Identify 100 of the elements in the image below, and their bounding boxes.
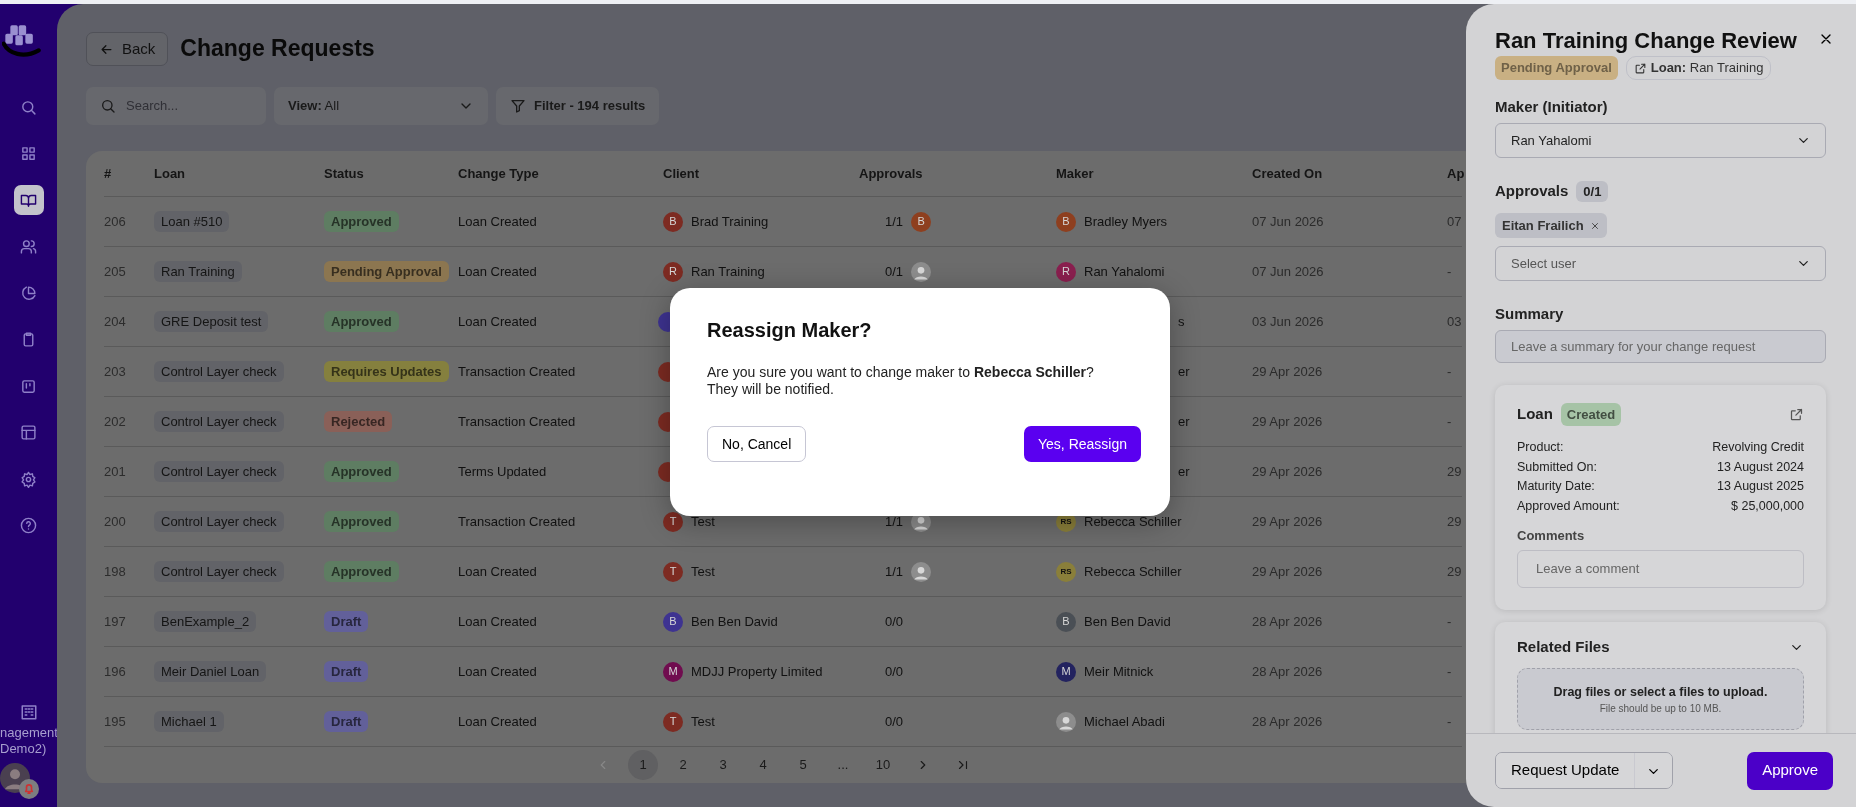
loan-tag[interactable]: Michael 1	[154, 710, 224, 732]
field-label: Maker (Initiator)	[1495, 96, 1609, 117]
table-cell-text: Rebecca Schiller	[1084, 512, 1182, 531]
filter-button[interactable]: Filter - 194 results	[496, 87, 660, 125]
remove-icon	[1589, 220, 1600, 231]
approver-chip[interactable]: Eitan Frailich	[1495, 212, 1607, 239]
last-page-icon	[956, 758, 970, 772]
dialog-title: Reassign Maker?	[707, 318, 873, 342]
maker-avatar	[1056, 711, 1076, 732]
back-button[interactable]: Back	[86, 32, 169, 66]
external-link-icon[interactable]	[1789, 407, 1804, 423]
table-row[interactable]: 198 Control Layer check Approved Loan Created T Test 1/1 RS Rebecca Schiller 29 Apr 2026 29	[104, 547, 1462, 597]
page-button[interactable]: ...	[828, 750, 858, 780]
file-dropzone[interactable]: Drag files or select a files to upload. File should be up to 10 MB.	[1517, 668, 1804, 731]
loan-tag[interactable]: GRE Deposit test	[154, 310, 269, 332]
detail-label: Product:	[1517, 439, 1564, 457]
table-cell-text: 197	[104, 612, 127, 631]
table-cell-text: 29	[1447, 562, 1463, 581]
status-badge: Approved	[324, 560, 399, 582]
bell-icon	[19, 779, 39, 799]
field-label: Approvals	[1495, 181, 1569, 202]
loan-tag[interactable]: Control Layer check	[154, 560, 284, 582]
help-icon	[20, 517, 37, 534]
status-badge: Requires Updates	[324, 360, 449, 382]
table-cell-text: Ran Yahalomi	[1084, 262, 1165, 281]
table-cell-text: 205	[104, 262, 127, 281]
summary-field[interactable]: Leave a summary for your change request	[1495, 329, 1826, 363]
table-cell-text: Loan Created	[458, 662, 538, 681]
table-cell-text: -	[1447, 662, 1453, 681]
table-cell-text: 29 Apr 2026	[1252, 512, 1324, 531]
table-cell-text: 198	[104, 562, 127, 581]
table-row[interactable]: 206 Loan #510 Approved Loan Created B Brad Training 1/1 B B Bradley Myers 07 Jun 2026 07	[104, 197, 1462, 247]
table-cell-text: 28 Apr 2026	[1252, 612, 1324, 631]
table-row[interactable]: 195 Michael 1 Draft Loan Created T Test 0/0 Michael Abadi 28 Apr 2026 -	[104, 697, 1462, 747]
table-cell-text: -	[1447, 412, 1453, 431]
table-row[interactable]: 196 Meir Daniel Loan Draft Loan Created M MDJJ Property Limited 0/0 M Meir Mitnick 28 Apr 2026 -	[104, 647, 1462, 697]
loan-tag[interactable]: Control Layer check	[154, 360, 284, 382]
table-cell-text: 29	[1447, 462, 1463, 481]
approver-avatar: B	[911, 211, 932, 232]
cancel-button[interactable]: No, Cancel	[707, 426, 807, 462]
approve-button[interactable]: Approve	[1747, 751, 1833, 790]
table-cell-text: 1/1	[885, 562, 904, 581]
table-cell-text: Ben Ben David	[1084, 612, 1171, 631]
table-cell-text: er	[1178, 412, 1190, 431]
client-avatar: M	[663, 661, 683, 682]
view-dropdown[interactable]: View: All	[274, 87, 488, 125]
maker-avatar: R	[1056, 261, 1076, 282]
search-input[interactable]: Search...	[124, 95, 244, 117]
detail-label: Submitted On:	[1517, 458, 1597, 476]
loan-tag[interactable]: Control Layer check	[154, 510, 284, 532]
loan-tag[interactable]: Meir Daniel Loan	[154, 660, 267, 682]
loan-link[interactable]: Loan: Ran Training	[1625, 56, 1772, 80]
grid-icon	[20, 145, 37, 162]
client-avatar: T	[663, 561, 683, 582]
loan-tag[interactable]: Ran Training	[154, 260, 242, 282]
table-cell-text: 29 Apr 2026	[1252, 562, 1324, 581]
maker-select[interactable]: Ran Yahalomi	[1495, 123, 1826, 159]
user-select[interactable]: Select user	[1495, 246, 1826, 282]
page-button[interactable]: 10	[868, 750, 898, 780]
client-avatar: T	[663, 711, 683, 732]
status-badge: Rejected	[324, 410, 393, 432]
loan-tag[interactable]: Control Layer check	[154, 460, 284, 482]
page-button[interactable]: 4	[748, 750, 778, 780]
settings-icon	[20, 470, 37, 488]
table-cell-text: -	[1447, 712, 1453, 731]
loan-tag[interactable]: BenExample_2	[154, 610, 257, 632]
loan-tag[interactable]: Loan #510	[154, 210, 230, 232]
table-cell-text: 03 Jun 2026	[1252, 312, 1325, 331]
confirm-button[interactable]: Yes, Reassign	[1024, 426, 1141, 462]
column-header: Loan	[154, 164, 187, 183]
status-badge: Approved	[324, 310, 399, 332]
table-cell-text: Test	[691, 512, 715, 531]
table-cell-text: Bradley Myers	[1084, 212, 1168, 231]
request-update-button[interactable]: Request Update	[1496, 753, 1636, 788]
status-badge: Draft	[324, 710, 369, 732]
client-avatar: R	[663, 261, 683, 282]
card-title: Loan	[1517, 404, 1553, 425]
table-cell-text: 28 Apr 2026	[1252, 662, 1324, 681]
loan-tag[interactable]: Control Layer check	[154, 410, 284, 432]
page-button[interactable]: 3	[708, 750, 738, 780]
comment-field[interactable]: Leave a comment	[1517, 549, 1804, 588]
column-header: #	[104, 164, 113, 183]
client-avatar: B	[663, 611, 683, 632]
search-field[interactable]: Search...	[86, 87, 266, 125]
table-cell-text: -	[1447, 262, 1453, 281]
table-cell-text: 29 Apr 2026	[1252, 362, 1324, 381]
org-name: nagement	[0, 725, 58, 741]
table-row[interactable]: 197 BenExample_2 Draft Loan Created B Ben Ben David 0/0 B Ben Ben David 28 Apr 2026 -	[104, 597, 1462, 647]
table-cell-text: 0/0	[885, 712, 904, 731]
sidebar-item[interactable]	[13, 185, 44, 215]
page-button[interactable]: 1	[628, 750, 658, 780]
maker-avatar: B	[1056, 611, 1076, 632]
maker-avatar: RS	[1056, 561, 1076, 582]
status-badge: Draft	[324, 660, 369, 682]
table-cell-text: 196	[104, 662, 127, 681]
column-header: Approvals	[859, 164, 924, 183]
page-button[interactable]: 2	[668, 750, 698, 780]
page-button[interactable]: 5	[788, 750, 818, 780]
count-badge: 0/1	[1576, 180, 1609, 203]
board-icon	[20, 377, 37, 395]
